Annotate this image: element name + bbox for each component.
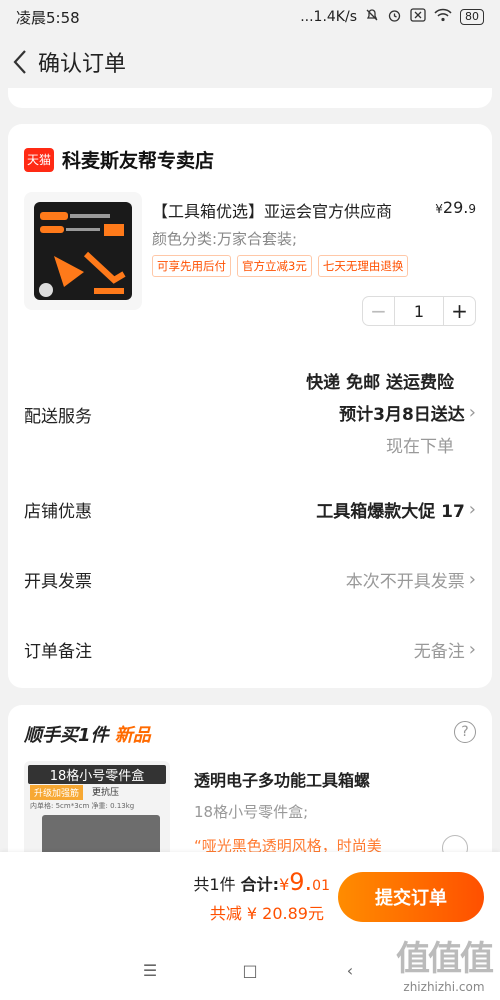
chevron-right-icon: ›: [468, 402, 476, 423]
network-speed: ...1.4K/s: [300, 9, 357, 25]
quantity-stepper: − 1 +: [362, 296, 476, 326]
page-title: 确认订单: [38, 52, 127, 77]
upsell-img-badge2: 更抗压: [92, 788, 120, 798]
upsell-img-specs: 内单格: 5cm*3cm 净重: 0.13kg: [30, 802, 135, 810]
total-integer: 9.: [289, 868, 313, 896]
home-icon[interactable]: □: [235, 955, 265, 985]
delivery-label: 配送服务: [24, 407, 92, 427]
delivery-eta: 预计3月8日送达: [339, 405, 465, 425]
decrease-button[interactable]: −: [363, 297, 395, 325]
help-icon[interactable]: ?: [454, 721, 476, 743]
tag-pay-later: 可享先用后付: [152, 255, 231, 277]
upsell-title-text: 顺手买1件: [24, 725, 109, 746]
header: 确认订单: [0, 34, 500, 90]
battery-icon: 80: [460, 9, 484, 25]
mute-icon: [365, 8, 379, 26]
status-icons: ...1.4K/s 80: [300, 8, 484, 27]
product-image[interactable]: [24, 192, 142, 310]
price-symbol: ¥: [435, 202, 443, 216]
upsell-product-spec: 18格小号零件盒;: [194, 803, 309, 821]
store-header[interactable]: 天猫 科麦斯友帮专卖店: [24, 146, 214, 173]
chevron-right-icon: ›: [468, 499, 476, 520]
item-count: 共1件: [193, 875, 236, 894]
product-tags: 可享先用后付 官方立减3元 七天无理由退换: [152, 255, 409, 277]
invoice-value: 本次不开具发票: [345, 572, 465, 592]
upsell-title: 顺手买1件 新品: [24, 721, 151, 747]
back-icon[interactable]: ‹: [335, 955, 365, 985]
status-bar: 凌晨5:58 ...1.4K/s 80: [0, 0, 500, 34]
tag-returns: 七天无理由退换: [317, 255, 409, 277]
increase-button[interactable]: +: [443, 297, 475, 325]
invoice-label: 开具发票: [24, 572, 92, 592]
menu-icon[interactable]: ☰: [135, 955, 165, 985]
store-discount-label: 店铺优惠: [24, 502, 92, 522]
clock: 凌晨5:58: [16, 8, 80, 27]
note-row[interactable]: 无备注 ›: [414, 637, 476, 662]
address-card[interactable]: [8, 88, 492, 108]
product-spec[interactable]: 颜色分类:万家合套装;: [152, 228, 297, 249]
note-label: 订单备注: [24, 642, 92, 662]
tag-discount: 官方立减3元: [237, 255, 312, 277]
checkout-bar: 共1件 合计:¥9.01 共减 ¥ 20.89元 提交订单: [0, 852, 500, 940]
order-total: 共1件 合计:¥9.01: [193, 868, 330, 896]
total-decimal: 01: [312, 878, 330, 894]
note-value: 无备注: [413, 642, 465, 662]
wifi-icon: [434, 8, 452, 26]
watermark-url: zhizhizhi.com: [403, 980, 485, 994]
total-label: 合计:: [240, 875, 280, 894]
chevron-right-icon: ›: [468, 569, 476, 590]
quantity-value[interactable]: 1: [395, 302, 443, 321]
price-decimal: 9: [468, 202, 476, 216]
back-arrow-icon[interactable]: [8, 50, 32, 74]
store-discount-row[interactable]: 工具箱爆款大促 17 ›: [316, 497, 476, 522]
chevron-right-icon: ›: [468, 639, 476, 660]
upsell-product-name[interactable]: 透明电子多功能工具箱螺: [194, 767, 370, 791]
product-title[interactable]: 【工具箱优选】亚运会官方供应商: [152, 198, 432, 222]
sim-icon: [410, 8, 426, 26]
store-name[interactable]: 科麦斯友帮专卖店: [62, 146, 214, 173]
total-discount: 共减 ¥ 20.89元: [209, 904, 324, 923]
invoice-row[interactable]: 本次不开具发票 ›: [346, 567, 476, 592]
watermark: 值值值 zhizhizhi.com: [396, 931, 494, 994]
toolbox-illustration: [34, 202, 132, 300]
upsell-new-label: 新品: [114, 725, 151, 746]
price-integer: 29.: [442, 198, 469, 217]
upsell-img-caption: 18格小号零件盒: [28, 765, 166, 784]
upsell-img-badge: 升级加强筋: [30, 785, 84, 800]
delivery-line1: 快递 免邮 送运费险: [306, 373, 454, 393]
alarm-icon: [387, 8, 402, 27]
product-price: ¥29.9: [435, 198, 476, 217]
submit-order-button[interactable]: 提交订单: [338, 872, 484, 922]
order-card: 天猫 科麦斯友帮专卖店 【工具箱优选】亚运会官方供应商 ¥29.9 颜色分类:万…: [8, 124, 492, 688]
store-discount-value: 工具箱爆款大促 17: [316, 502, 465, 522]
delivery-row[interactable]: 预计3月8日送达 ›: [339, 400, 476, 425]
tmall-logo: 天猫: [24, 147, 54, 172]
watermark-logo: 值值值: [396, 939, 494, 979]
delivery-line3: 现在下单: [386, 437, 454, 457]
total-symbol: ¥: [279, 875, 290, 894]
